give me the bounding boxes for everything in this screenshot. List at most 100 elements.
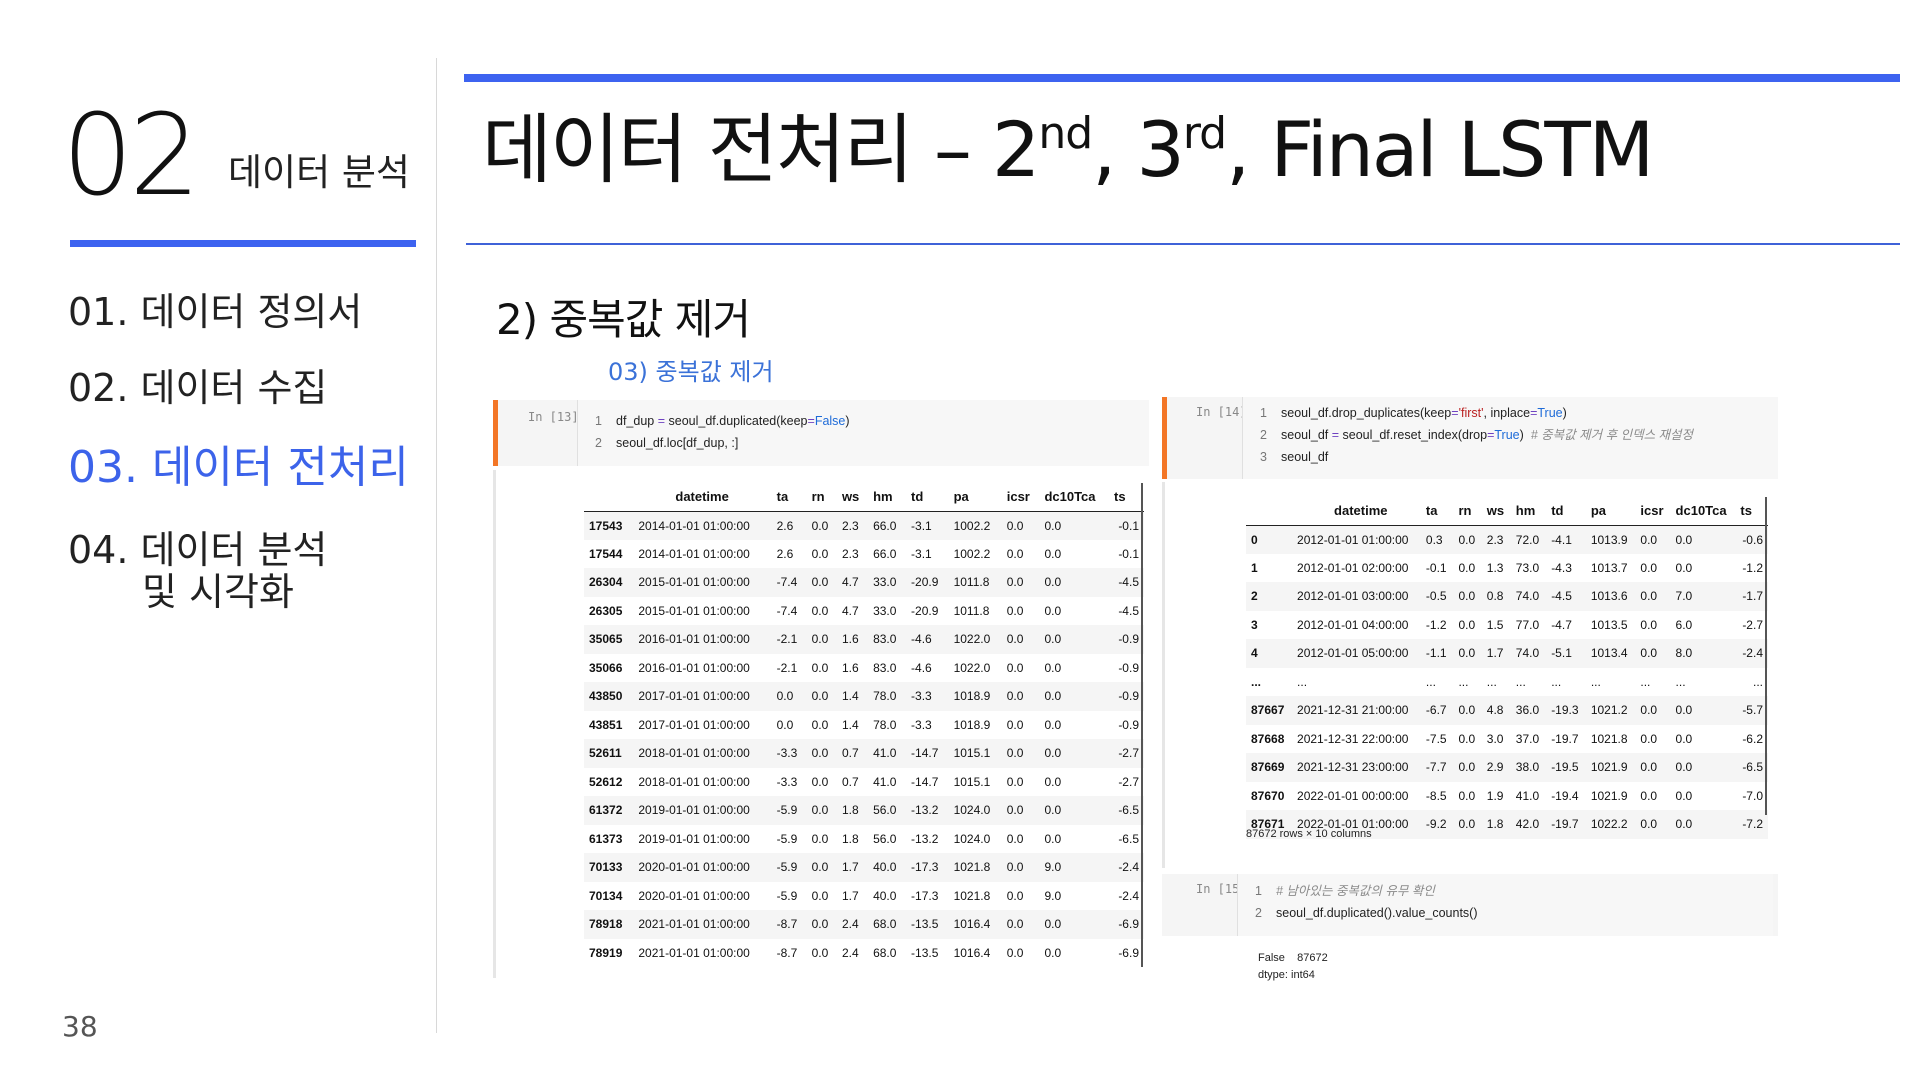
table-cell: -5.7 [1742,703,1763,718]
table-cell: -3.1 [911,518,932,533]
table-cell: -4.5 [1118,603,1139,618]
row-index: 87667 [1251,703,1285,718]
table-cell: 0.0 [1640,817,1658,832]
table-cell: 1021.9 [1590,760,1628,775]
nav-item-label: 02. 데이터 수집 [68,366,328,410]
code-line: 3 seoul_df [1243,446,1778,468]
table-cell: 36.0 [1515,703,1540,718]
nav-item-data-collection[interactable]: 02. 데이터 수집 [68,366,328,410]
table-cell: 68.0 [873,945,897,960]
line-number: 3 [1260,450,1267,464]
table-cell: 0.0 [811,945,829,960]
table-cell: 9.0 [1044,888,1062,903]
table-cell: 0.0 [1006,774,1024,789]
code-editor[interactable]: 1 df_dup = seoul_df.duplicated(keep=False… [577,400,1149,466]
table-cell: 2.3 [1486,532,1504,547]
row-index: 78919 [589,945,623,960]
table-cell: 0.0 [1640,788,1658,803]
table-row: ................................. [1246,667,1768,696]
column-header: icsr [1635,497,1671,526]
table-cell: 0.0 [1006,660,1024,675]
table-cell: -5.9 [776,888,798,903]
table-cell: 0.0 [811,660,829,675]
table-cell: 2.6 [776,546,794,561]
table-cell: 0.0 [1006,689,1024,704]
table-row: 87670 2022-01-01 00:00:00 -8.5 0.0 1.9 41.0 -1… [1246,781,1768,810]
column-header: datetime [1292,497,1421,526]
nav-item-data-analysis[interactable]: 04. 데이터 분석 및 시각화 [68,528,328,614]
table-row: 26305 2015-01-01 01:00:00 -7.4 0.0 4.7 33.0 -2… [584,596,1144,625]
table-cell: 0.0 [811,860,829,875]
table-cell: -1.2 [1425,617,1447,632]
table-cell: 2017-01-01 01:00:00 [638,689,750,704]
table-cell: -2.1 [776,632,798,647]
row-index: 3 [1251,617,1258,632]
row-index: 35066 [589,660,623,675]
table-cell: 7.0 [1675,589,1693,604]
table-cell: -8.5 [1425,788,1447,803]
row-index: 87669 [1251,760,1285,775]
nav-item-data-definition[interactable]: 01. 데이터 정의서 [68,291,362,334]
table-row: 0 2012-01-01 01:00:00 0.3 0.0 2.3 72.0 -4.1 101… [1246,525,1768,554]
table-edge [1141,483,1143,967]
table-cell: -9.2 [1425,817,1447,832]
row-index: 2 [1251,589,1258,604]
table-cell: -7.7 [1425,760,1447,775]
table-row: 61372 2019-01-01 01:00:00 -5.9 0.0 1.8 56.0 -1… [584,796,1144,825]
table-row: 35066 2016-01-01 01:00:00 -2.1 0.0 1.6 83.0 -4… [584,653,1144,682]
row-index: 52611 [589,746,622,761]
table-cell: 0.0 [1006,945,1024,960]
code-cell-14[interactable]: In [14]: 1 seoul_df.drop_duplicates(keep=… [1162,397,1778,479]
row-index: 35065 [589,632,623,647]
nav-item-label: 04. 데이터 분석 [68,528,328,572]
table-cell: 2017-01-01 01:00:00 [638,717,750,732]
table-cell: -5.9 [776,831,798,846]
row-index: 87670 [1251,788,1285,803]
table-cell: 0.0 [1675,760,1693,775]
table-cell: -19.3 [1551,703,1579,718]
table-cell: -4.6 [911,632,932,647]
code-editor[interactable]: 1 # 남아있는 중복값의 유무 확인 2 seoul_df.duplicated()… [1237,874,1773,936]
table-cell: 2018-01-01 01:00:00 [638,746,750,761]
table-cell: -20.9 [911,603,939,618]
code-line: 2 seoul_df = seoul_df.reset_index(drop=Tr… [1243,424,1778,446]
table-cell: ... [1640,674,1651,689]
table-cell: 1022.0 [953,632,991,647]
table-row: 1 2012-01-01 02:00:00 -0.1 0.0 1.3 73.0 -4.3 10… [1246,553,1768,582]
nav-item-data-preprocessing[interactable]: 03. 데이터 전처리 [68,443,409,492]
table-cell: 1.8 [1486,817,1504,832]
code-editor[interactable]: 1 seoul_df.drop_duplicates(keep='first', … [1242,397,1778,479]
table-row: 4 2012-01-01 05:00:00 -1.1 0.0 1.7 74.0 -5.1 10… [1246,639,1768,668]
column-header: pa [948,483,1002,512]
table-cell: 2021-12-31 23:00:00 [1297,760,1409,775]
column-header: dc10Tca [1039,483,1109,512]
table-cell: 1011.8 [953,575,990,590]
column-header: rn [1453,497,1482,526]
table-cell: 0.0 [1458,532,1476,547]
table-cell: 40.0 [873,888,897,903]
table-cell: 0.0 [1458,560,1476,575]
table-cell: 2.3 [841,518,859,533]
table-cell: -6.5 [1118,831,1139,846]
table-cell: 1002.2 [953,546,991,561]
table-cell: 0.0 [1675,788,1693,803]
dataframe-output-table: datetime ta rn ws hm td pa icsr dc10Tca ts 0 2012-… [1246,497,1768,839]
table-cell: 83.0 [873,632,897,647]
table-cell: -7.4 [776,603,798,618]
table-cell: 0.8 [1486,589,1504,604]
table-cell: 2015-01-01 01:00:00 [638,603,750,618]
table-cell: 2021-12-31 21:00:00 [1297,703,1409,718]
table-cell: 2020-01-01 01:00:00 [638,860,750,875]
table-cell: -3.1 [911,546,932,561]
column-header: dc10Tca [1670,497,1736,526]
table-cell: 2.3 [841,546,859,561]
code-cell-13[interactable]: In [13]: 1 df_dup = seoul_df.duplicated(k… [493,400,1149,466]
code-cell-15[interactable]: In [15]: 1 # 남아있는 중복값의 유무 확인 2 seoul_df.dup… [1162,874,1778,936]
table-cell: 2.9 [1486,760,1504,775]
table-cell: 1.3 [1486,560,1504,575]
table-cell: 0.0 [1044,774,1062,789]
table-cell: 74.0 [1515,589,1540,604]
table-cell: 40.0 [873,860,897,875]
table-cell: 0.0 [1044,717,1062,732]
table-cell: 1018.9 [953,689,991,704]
